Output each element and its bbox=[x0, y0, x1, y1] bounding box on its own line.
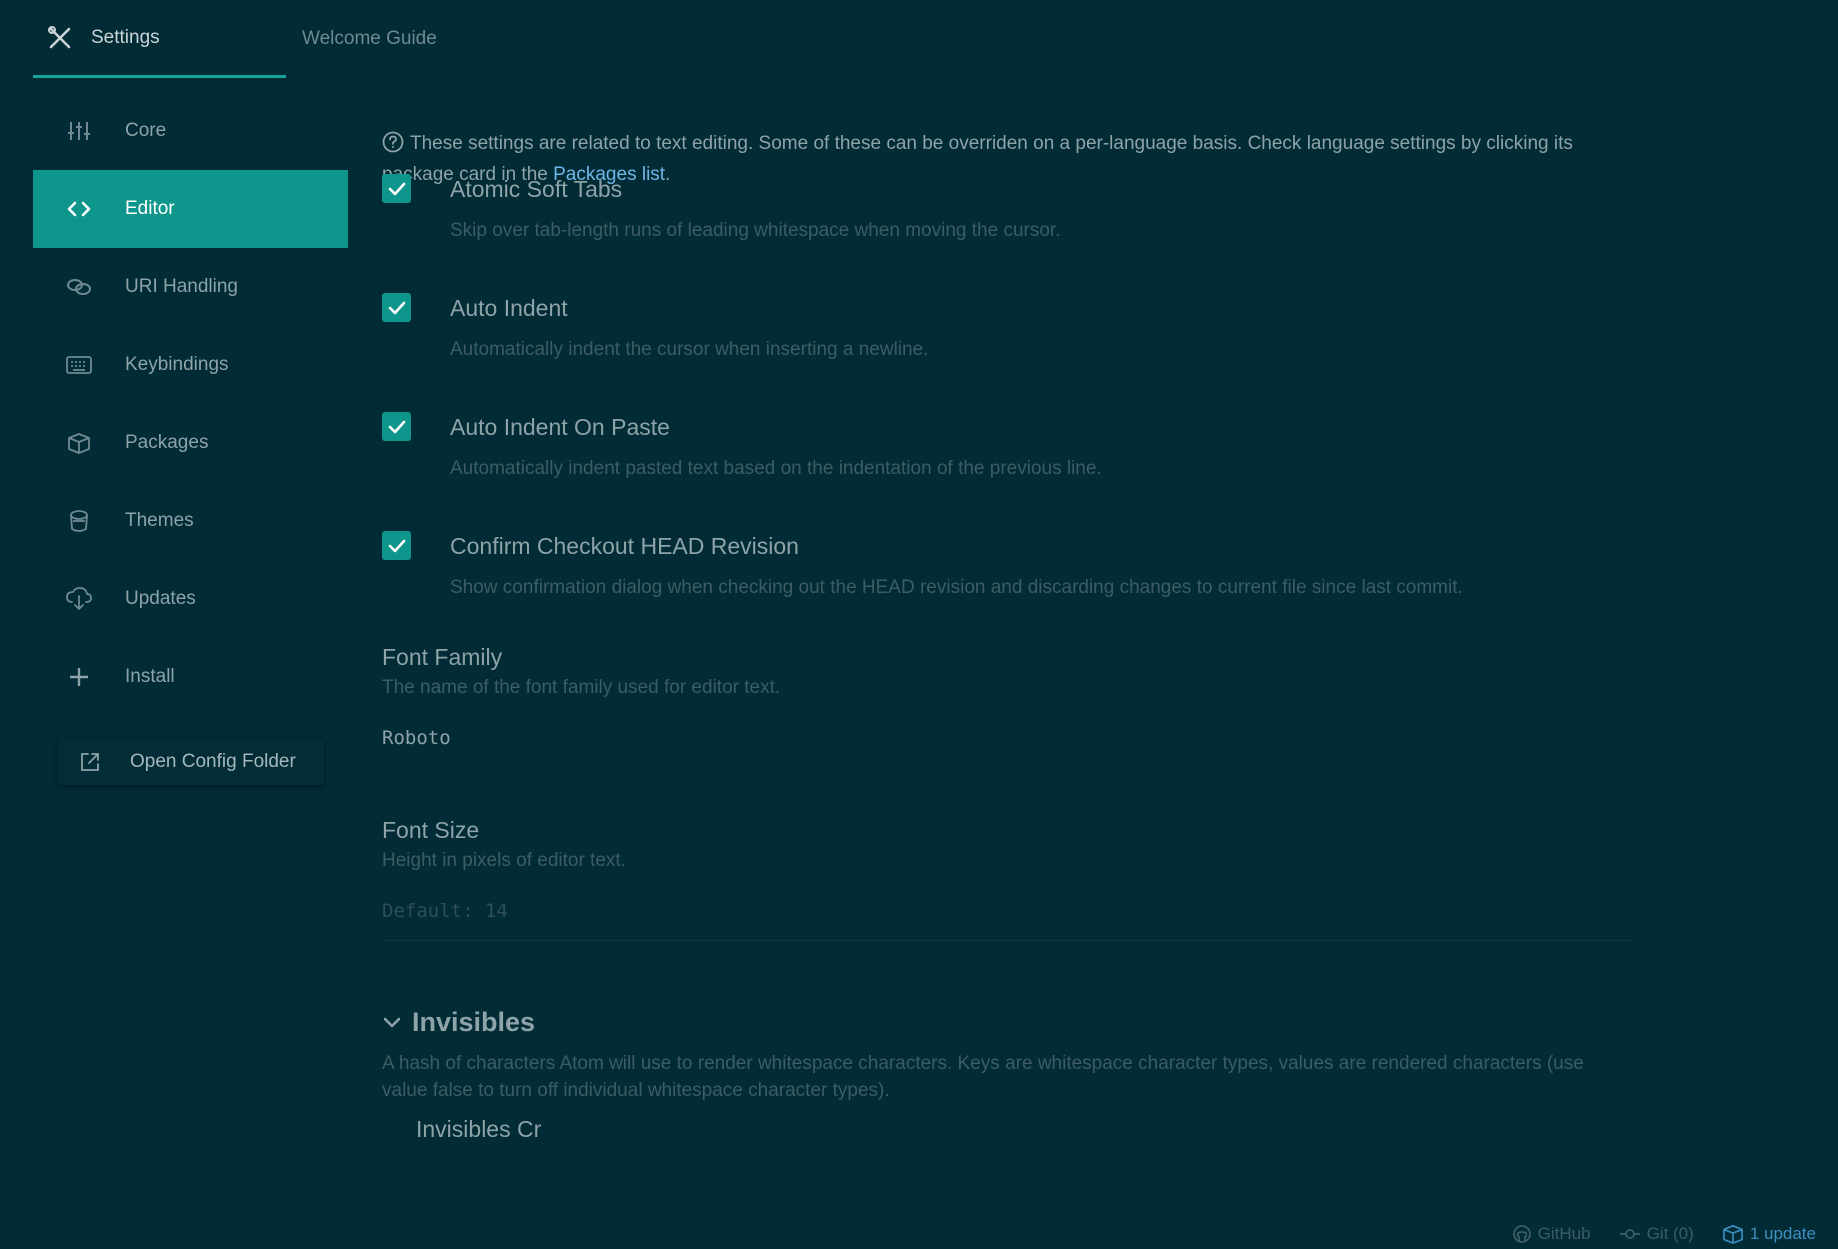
sidebar-item-core[interactable]: Core bbox=[33, 92, 348, 170]
github-label: GitHub bbox=[1537, 1224, 1591, 1243]
invisibles-section-header[interactable]: Invisibles bbox=[382, 1007, 1632, 1038]
settings-sidebar: Core Editor URI Handling Keybindings Pac… bbox=[33, 92, 348, 716]
github-icon bbox=[1512, 1224, 1532, 1244]
checkmark-icon bbox=[388, 420, 405, 433]
font-size-input[interactable]: Default: 14 bbox=[382, 900, 1632, 922]
tab-label: Welcome Guide bbox=[302, 28, 437, 49]
sidebar-item-label: Editor bbox=[125, 198, 175, 219]
sidebar-item-uri-handling[interactable]: URI Handling bbox=[33, 248, 348, 326]
package-icon bbox=[1722, 1224, 1744, 1244]
sidebar-item-label: Keybindings bbox=[125, 354, 229, 375]
sidebar-item-label: Packages bbox=[125, 432, 209, 453]
sidebar-item-label: Install bbox=[125, 666, 175, 687]
plus-icon bbox=[59, 666, 99, 688]
sidebar-item-install[interactable]: Install bbox=[33, 638, 348, 716]
setting-title: Atomic Soft Tabs bbox=[450, 176, 623, 202]
setting-title: Confirm Checkout HEAD Revision bbox=[450, 533, 799, 559]
sidebar-item-themes[interactable]: Themes bbox=[33, 482, 348, 560]
sidebar-item-keybindings[interactable]: Keybindings bbox=[33, 326, 348, 404]
setting-title: Font Family bbox=[382, 644, 503, 670]
setting-description: Automatically indent the cursor when ins… bbox=[450, 339, 929, 360]
auto-indent-checkbox[interactable] bbox=[382, 293, 411, 322]
setting-description: Show confirmation dialog when checking o… bbox=[450, 577, 1463, 598]
editor-settings-panel: These settings are related to text editi… bbox=[382, 130, 1632, 1142]
open-config-label: Open Config Folder bbox=[130, 751, 296, 772]
tab-label: Settings bbox=[91, 26, 160, 48]
tab-bar: Settings Welcome Guide bbox=[0, 0, 1838, 78]
setting-title: Auto Indent bbox=[450, 295, 568, 321]
setting-description: Automatically indent pasted text based o… bbox=[450, 458, 1102, 479]
setting-atomic-soft-tabs: Atomic Soft Tabs Skip over tab-length ru… bbox=[382, 164, 1632, 283]
package-icon bbox=[59, 432, 99, 454]
divider bbox=[382, 940, 1632, 941]
sidebar-item-label: Updates bbox=[125, 588, 196, 609]
setting-description: Height in pixels of editor text. bbox=[382, 850, 626, 871]
update-status[interactable]: 1 update bbox=[1722, 1224, 1816, 1244]
setting-title: Auto Indent On Paste bbox=[450, 414, 670, 440]
sidebar-item-label: URI Handling bbox=[125, 276, 238, 297]
auto-indent-on-paste-checkbox[interactable] bbox=[382, 412, 411, 441]
status-bar: GitHub Git (0) 1 update bbox=[0, 1219, 1838, 1249]
checkmark-icon bbox=[388, 182, 405, 195]
paintcan-icon bbox=[59, 509, 99, 533]
tab-welcome-guide[interactable]: Welcome Guide bbox=[302, 0, 437, 78]
invisibles-cr-title: Invisibles Cr bbox=[416, 1116, 542, 1142]
tab-settings[interactable]: Settings bbox=[33, 0, 286, 78]
setting-title: Font Size bbox=[382, 817, 480, 843]
sliders-icon bbox=[59, 120, 99, 142]
git-status[interactable]: Git (0) bbox=[1619, 1224, 1694, 1244]
setting-font-family: Font Family The name of the font family … bbox=[382, 644, 1632, 749]
section-description: A hash of characters Atom will use to re… bbox=[382, 1053, 1584, 1101]
section-invisibles: Invisibles A hash of characters Atom wil… bbox=[382, 1007, 1632, 1143]
font-family-input[interactable]: Roboto bbox=[382, 727, 1632, 749]
setting-auto-indent-on-paste: Auto Indent On Paste Automatically inden… bbox=[382, 402, 1632, 521]
question-icon bbox=[382, 131, 404, 161]
setting-description: The name of the font family used for edi… bbox=[382, 677, 781, 698]
sidebar-item-packages[interactable]: Packages bbox=[33, 404, 348, 482]
checkmark-icon bbox=[388, 301, 405, 314]
sidebar-item-updates[interactable]: Updates bbox=[33, 560, 348, 638]
tools-icon bbox=[47, 25, 73, 51]
sidebar-item-label: Core bbox=[125, 120, 167, 141]
cloud-download-icon bbox=[59, 587, 99, 611]
git-commit-icon bbox=[1619, 1227, 1641, 1241]
code-icon bbox=[59, 200, 99, 218]
chevron-down-icon bbox=[382, 1016, 402, 1030]
github-status[interactable]: GitHub bbox=[1512, 1224, 1591, 1244]
update-label: 1 update bbox=[1749, 1224, 1816, 1243]
external-link-icon bbox=[78, 751, 102, 773]
git-label: Git (0) bbox=[1646, 1224, 1694, 1243]
setting-confirm-checkout-head-revision: Confirm Checkout HEAD Revision Show conf… bbox=[382, 521, 1632, 640]
confirm-checkout-head-checkbox[interactable] bbox=[382, 531, 411, 560]
keyboard-icon bbox=[59, 356, 99, 374]
setting-description: Skip over tab-length runs of leading whi… bbox=[450, 220, 1061, 241]
link-icon bbox=[59, 277, 99, 297]
sidebar-item-editor[interactable]: Editor bbox=[33, 170, 348, 248]
setting-font-size: Font Size Height in pixels of editor tex… bbox=[382, 817, 1632, 922]
section-title: Invisibles bbox=[412, 1007, 536, 1037]
open-config-folder-button[interactable]: Open Config Folder bbox=[58, 739, 324, 785]
setting-auto-indent: Auto Indent Automatically indent the cur… bbox=[382, 283, 1632, 402]
checkmark-icon bbox=[388, 539, 405, 552]
atomic-soft-tabs-checkbox[interactable] bbox=[382, 174, 411, 203]
sidebar-item-label: Themes bbox=[125, 510, 194, 531]
